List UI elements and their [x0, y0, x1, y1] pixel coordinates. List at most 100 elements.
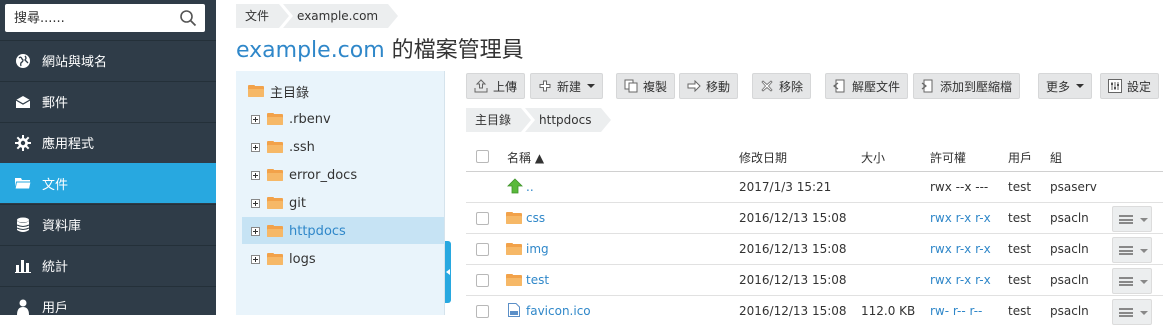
- column-header-group[interactable]: 組: [1050, 149, 1062, 166]
- column-header-modified[interactable]: 修改日期: [739, 149, 787, 166]
- gear-icon: [14, 134, 32, 152]
- chevron-down-icon: [1076, 84, 1085, 88]
- breadcrumb-item-home[interactable]: 主目錄: [466, 108, 532, 132]
- top-breadcrumb: 文件 example.com: [236, 4, 399, 28]
- file-name-link[interactable]: test: [526, 273, 549, 287]
- extract-button[interactable]: 解壓文件: [825, 73, 909, 99]
- file-name-link[interactable]: favicon.ico: [526, 304, 591, 318]
- row-actions-menu-button[interactable]: [1112, 299, 1152, 325]
- folder-icon: [267, 113, 283, 125]
- column-header-permissions[interactable]: 許可權: [930, 149, 966, 166]
- modified-date: 2016/12/13 15:08: [739, 242, 847, 256]
- page-title-domain[interactable]: example.com: [236, 38, 385, 63]
- breadcrumb-item-files[interactable]: 文件: [236, 4, 290, 28]
- folder-icon: [267, 141, 283, 153]
- tree-node-error-docs[interactable]: error_docs: [251, 162, 357, 188]
- table-row: .. 2017/1/3 15:21 rwx --x --- test psase…: [466, 172, 1163, 203]
- column-header-size[interactable]: 大小: [861, 149, 885, 166]
- add-to-archive-button[interactable]: 添加到壓縮檔: [913, 73, 1021, 99]
- extract-icon: [833, 79, 847, 93]
- remove-button[interactable]: 移除: [752, 73, 812, 99]
- archive-icon: [921, 79, 935, 93]
- globe-icon: [14, 52, 32, 70]
- close-icon: [760, 79, 774, 93]
- add-to-archive-label: 添加到壓縮檔: [940, 79, 1013, 94]
- sidebar: 網站與域名 郵件 應用程式 文件 資料庫 統計 用戶: [0, 0, 216, 316]
- folder-icon: [267, 197, 283, 209]
- folder-icon: [506, 274, 528, 289]
- tree-node-root[interactable]: 主目錄: [248, 78, 309, 104]
- modified-date: 2016/12/13 15:08: [739, 304, 847, 318]
- column-header-name[interactable]: 名稱 ▲: [507, 149, 544, 166]
- sidebar-item-websites[interactable]: 網站與域名: [0, 40, 216, 80]
- bar-chart-icon: [14, 257, 32, 275]
- sidebar-item-users[interactable]: 用戶: [0, 286, 216, 326]
- tree-node-label: logs: [289, 251, 316, 267]
- table-row: favicon.ico 2016/12/13 15:08 112.0 KB rw…: [466, 296, 1163, 327]
- row-checkbox[interactable]: [476, 243, 489, 256]
- expand-icon[interactable]: [251, 226, 260, 236]
- permissions-link[interactable]: rwx r-x r-x: [930, 273, 991, 287]
- sidebar-item-statistics[interactable]: 統計: [0, 245, 216, 285]
- file-name-link[interactable]: ..: [526, 180, 534, 194]
- tree-node-rbenv[interactable]: .rbenv: [251, 106, 331, 132]
- expand-icon[interactable]: [251, 254, 260, 264]
- permissions-link[interactable]: rwx r-x r-x: [930, 211, 991, 225]
- row-checkbox[interactable]: [476, 212, 489, 225]
- sidebar-item-label: 用戶: [42, 301, 69, 316]
- file-name-link[interactable]: css: [526, 211, 545, 225]
- expand-icon[interactable]: [251, 170, 260, 180]
- chevron-down-icon: [587, 84, 596, 88]
- copy-button[interactable]: 複製: [616, 73, 676, 99]
- more-button[interactable]: 更多: [1038, 73, 1093, 99]
- column-header-user[interactable]: 用戶: [1008, 149, 1032, 166]
- chevron-down-icon: [1140, 249, 1148, 253]
- expand-icon[interactable]: [251, 198, 260, 208]
- table-row: test 2016/12/13 15:08 rwx r-x r-x test p…: [466, 265, 1163, 296]
- tree-node-httpdocs[interactable]: httpdocs: [251, 218, 346, 244]
- modified-date: 2016/12/13 15:08: [739, 211, 847, 225]
- tree-node-ssh[interactable]: .ssh: [251, 134, 315, 160]
- page-title: example.com 的檔案管理員: [236, 32, 524, 64]
- select-all-checkbox[interactable]: [476, 150, 489, 163]
- folder-tree: 主目錄 .rbenv .ssh error_docs git httpdocs: [236, 71, 445, 315]
- breadcrumb-item-httpdocs[interactable]: httpdocs: [525, 108, 612, 132]
- group-text: psacln: [1050, 211, 1089, 225]
- envelope-icon: [14, 93, 32, 111]
- settings-button[interactable]: 設定: [1100, 73, 1160, 99]
- copy-label: 複製: [643, 79, 668, 94]
- row-actions-menu-button[interactable]: [1112, 237, 1152, 263]
- upload-button[interactable]: 上傳: [466, 73, 526, 99]
- row-actions-menu-button[interactable]: [1112, 206, 1152, 232]
- tree-node-logs[interactable]: logs: [251, 246, 316, 272]
- sidebar-item-mail[interactable]: 郵件: [0, 81, 216, 121]
- permissions-link[interactable]: rw- r-- r--: [930, 304, 982, 318]
- chevron-down-icon: [1140, 311, 1148, 315]
- new-button[interactable]: 新建: [530, 73, 604, 99]
- sidebar-item-label: 網站與域名: [42, 55, 108, 70]
- tree-node-label: .ssh: [289, 139, 315, 155]
- tree-collapse-handle[interactable]: [445, 241, 451, 303]
- sidebar-item-databases[interactable]: 資料庫: [0, 204, 216, 244]
- file-name-link[interactable]: img: [526, 242, 549, 256]
- expand-icon[interactable]: [251, 114, 260, 124]
- more-label: 更多: [1046, 79, 1071, 94]
- folder-icon: [506, 243, 528, 258]
- sidebar-item-files[interactable]: 文件: [0, 163, 216, 203]
- permissions-link[interactable]: rwx r-x r-x: [930, 242, 991, 256]
- sidebar-item-label: 郵件: [42, 96, 69, 111]
- path-breadcrumb: 主目錄 httpdocs: [466, 108, 612, 132]
- breadcrumb-item-domain[interactable]: example.com: [283, 4, 399, 28]
- sidebar-item-applications[interactable]: 應用程式: [0, 122, 216, 162]
- tree-node-label: error_docs: [289, 167, 358, 183]
- row-checkbox[interactable]: [476, 274, 489, 287]
- search-box: [5, 4, 205, 32]
- row-checkbox[interactable]: [476, 305, 489, 318]
- tree-node-git[interactable]: git: [251, 190, 306, 216]
- row-actions-menu-button[interactable]: [1112, 268, 1152, 294]
- move-button[interactable]: 移動: [679, 73, 739, 99]
- expand-icon[interactable]: [251, 142, 260, 152]
- search-input[interactable]: [5, 4, 175, 32]
- search-icon[interactable]: [179, 9, 197, 27]
- modified-date: 2017/1/3 15:21: [739, 180, 832, 194]
